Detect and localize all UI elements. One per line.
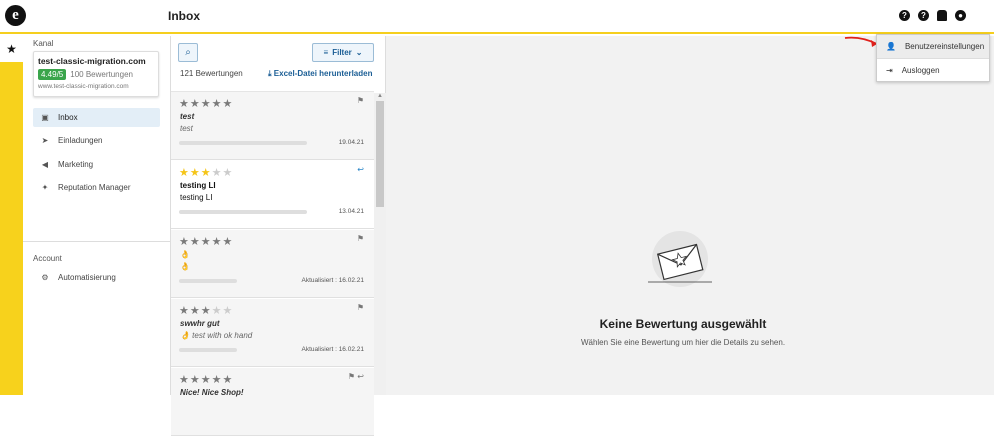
- paper-plane-icon: ➤: [41, 135, 49, 145]
- reviewer-email-blurred: [179, 348, 237, 352]
- scroll-thumb[interactable]: [376, 101, 384, 207]
- menu-item-benutzereinstellungen[interactable]: 👤 Benutzereinstellungen: [877, 35, 989, 58]
- menu-item-label: Ausloggen: [901, 66, 940, 75]
- review-text: test: [180, 124, 193, 133]
- left-rail: [0, 36, 23, 395]
- review-list-scrollbar[interactable]: ▲: [374, 93, 386, 395]
- reviewer-email-blurred: [179, 210, 307, 214]
- sidebar-item-marketing[interactable]: ◀ Marketing: [33, 155, 160, 174]
- sidebar-item-reputation-manager[interactable]: ✦ Reputation Manager: [33, 178, 160, 197]
- review-item[interactable]: ★★★★★ ⚑ 👌 👌 Aktualisiert : 16.02.21: [171, 230, 374, 298]
- review-title: 👌: [180, 250, 190, 259]
- filter-lines-icon: ≡: [323, 48, 329, 57]
- search-icon: ⌕: [185, 47, 191, 58]
- empty-envelope-illustration: [648, 231, 712, 287]
- review-date: 19.04.21: [338, 139, 364, 146]
- sidebar-item-inbox[interactable]: ▣ Inbox: [33, 108, 160, 127]
- review-count: 121 Bewertungen: [180, 69, 243, 78]
- detail-pane: Keine Bewertung ausgewählt Wählen Sie ei…: [386, 36, 994, 395]
- review-item[interactable]: ★★★★★ ⚑ ↩ Nice! Nice Shop!: [171, 368, 374, 436]
- top-icons: ? ? ●: [899, 10, 966, 21]
- empty-state-title: Keine Bewertung ausgewählt: [599, 317, 767, 331]
- help-circle-icon[interactable]: ?: [899, 10, 910, 21]
- rating-badge: 4.49/5: [38, 69, 67, 80]
- review-date: 13.04.21: [338, 208, 364, 215]
- filter-label: Filter: [332, 48, 352, 57]
- app-logo[interactable]: e: [5, 5, 26, 26]
- star-rating: ★★★★★: [179, 236, 234, 248]
- sidebar-item-label: Automatisierung: [58, 273, 116, 282]
- flag-icon[interactable]: ⚑: [357, 303, 364, 312]
- star-rating: ★★★★★: [179, 374, 234, 386]
- user-menu-dropdown: 👤 Benutzereinstellungen ⇥ Ausloggen: [876, 34, 990, 82]
- account-label: Account: [33, 254, 62, 263]
- sidebar: Kanal test-classic-migration.com 4.49/5 …: [23, 36, 171, 395]
- question-icon[interactable]: ?: [918, 10, 929, 21]
- sidebar-item-einladungen[interactable]: ➤ Einladungen: [33, 131, 160, 150]
- review-item[interactable]: ★★★★★ ↩ testing LI testing LI 13.04.21: [171, 161, 374, 229]
- megaphone-icon: ◀: [41, 159, 49, 169]
- channel-label: Kanal: [33, 39, 54, 48]
- scroll-up-arrow-icon[interactable]: ▲: [377, 93, 383, 99]
- user-icon[interactable]: ●: [955, 10, 966, 21]
- star-rating: ★★★★★: [179, 98, 234, 110]
- reviewer-email-blurred: [179, 141, 307, 145]
- sidebar-item-label: Inbox: [58, 113, 78, 122]
- flag-reply-icons[interactable]: ⚑ ↩: [348, 372, 364, 381]
- flag-icon[interactable]: ⚑: [357, 234, 364, 243]
- search-button[interactable]: ⌕: [178, 43, 198, 62]
- star-rating: ★★★★★: [179, 305, 234, 317]
- excel-download-link[interactable]: ⤓ Excel-Datei herunterladen: [268, 69, 372, 79]
- gear-cycle-icon: ⚙: [41, 272, 49, 282]
- user-icon: 👤: [886, 42, 896, 51]
- channel-url: www.test-classic-migration.com: [38, 83, 129, 90]
- menu-item-ausloggen[interactable]: ⇥ Ausloggen: [877, 59, 989, 82]
- sidebar-item-automatisierung[interactable]: ⚙ Automatisierung: [33, 268, 160, 287]
- sidebar-divider: [23, 241, 171, 242]
- flag-icon[interactable]: ⚑: [357, 96, 364, 105]
- channel-review-count: 100 Bewertungen: [70, 70, 133, 79]
- top-bar: e Inbox ? ? ●: [0, 0, 994, 34]
- review-date: Aktualisiert : 16.02.21: [301, 277, 364, 284]
- review-title: swwhr gut: [180, 319, 220, 328]
- sidebar-item-label: Marketing: [58, 160, 94, 169]
- logout-icon: ⇥: [886, 66, 893, 75]
- download-icon: ⤓: [268, 69, 272, 78]
- favorites-star-icon[interactable]: ★: [0, 36, 23, 62]
- review-item[interactable]: ★★★★★ ⚑ swwhr gut 👌 test with ok hand Ak…: [171, 299, 374, 367]
- review-date: Aktualisiert : 16.02.21: [301, 346, 364, 353]
- review-title: Nice! Nice Shop!: [180, 388, 244, 397]
- review-text: 👌 test with ok hand: [180, 331, 253, 340]
- star-rating: ★★★★★: [179, 167, 234, 179]
- review-list-pane: ⌕ ≡ Filter ⌄ 121 Bewertungen ⤓ Excel-Dat…: [171, 36, 386, 436]
- channel-name: test-classic-migration.com: [38, 56, 146, 66]
- review-item[interactable]: ★★★★★ ⚑ test test 19.04.21: [171, 92, 374, 160]
- sidebar-item-label: Reputation Manager: [58, 183, 131, 192]
- review-title: testing LI: [180, 181, 216, 190]
- review-text: 👌: [180, 262, 190, 271]
- inbox-icon: ▣: [41, 112, 49, 122]
- menu-item-label: Benutzereinstellungen: [904, 42, 985, 51]
- reviewer-email-blurred: [179, 279, 237, 283]
- reply-icon[interactable]: ↩: [357, 165, 364, 174]
- sidebar-item-label: Einladungen: [58, 136, 103, 145]
- page-title: Inbox: [168, 9, 200, 23]
- filter-button[interactable]: ≡ Filter ⌄: [312, 43, 374, 62]
- bell-icon[interactable]: [937, 10, 947, 21]
- review-text: testing LI: [180, 193, 213, 202]
- channel-card[interactable]: test-classic-migration.com 4.49/5 100 Be…: [33, 51, 159, 97]
- review-title: test: [180, 112, 195, 121]
- empty-state-subtitle: Wählen Sie eine Bewertung um hier die De…: [580, 338, 786, 347]
- chevron-down-icon: ⌄: [355, 48, 363, 57]
- sparkle-icon: ✦: [41, 182, 49, 192]
